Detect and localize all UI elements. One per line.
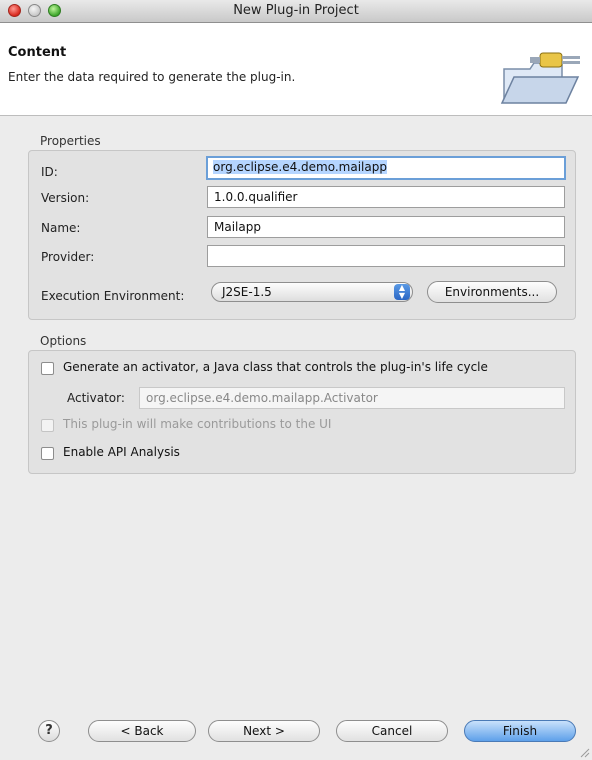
- version-field[interactable]: 1.0.0.qualifier: [207, 186, 565, 208]
- api-analysis-checkbox[interactable]: [41, 447, 54, 460]
- help-button[interactable]: ?: [38, 720, 60, 742]
- updown-arrows-icon: ▲ ▼: [394, 284, 410, 300]
- execution-environment-label: Execution Environment:: [41, 289, 185, 303]
- ui-contributions-checkbox[interactable]: [41, 419, 54, 432]
- resize-grip-icon[interactable]: [578, 746, 590, 758]
- wizard-header: Content Enter the data required to gener…: [0, 23, 592, 116]
- back-button[interactable]: < Back: [88, 720, 196, 742]
- name-field[interactable]: Mailapp: [207, 216, 565, 238]
- execution-environment-value: J2SE-1.5: [222, 285, 272, 299]
- provider-field[interactable]: [207, 245, 565, 267]
- folder-plug-icon: [500, 52, 580, 104]
- title-bar[interactable]: New Plug-in Project: [0, 0, 592, 23]
- name-label: Name:: [41, 221, 81, 235]
- page-title: Content: [8, 45, 67, 60]
- activator-field[interactable]: org.eclipse.e4.demo.mailapp.Activator: [139, 387, 565, 409]
- options-group: Generate an activator, a Java class that…: [28, 350, 576, 474]
- id-field-value: org.eclipse.e4.demo.mailapp: [213, 160, 387, 174]
- execution-environment-select[interactable]: J2SE-1.5 ▲ ▼: [211, 282, 413, 302]
- cancel-button[interactable]: Cancel: [336, 720, 448, 742]
- properties-group-label: Properties: [40, 134, 101, 148]
- next-button[interactable]: Next >: [208, 720, 320, 742]
- version-label: Version:: [41, 191, 90, 205]
- id-field[interactable]: org.eclipse.e4.demo.mailapp: [206, 156, 566, 180]
- page-description: Enter the data required to generate the …: [8, 70, 296, 84]
- api-analysis-label[interactable]: Enable API Analysis: [63, 445, 180, 459]
- finish-button[interactable]: Finish: [464, 720, 576, 742]
- generate-activator-label[interactable]: Generate an activator, a Java class that…: [63, 360, 488, 374]
- new-plugin-project-dialog: New Plug-in Project Content Enter the da…: [0, 0, 592, 760]
- activator-label: Activator:: [67, 391, 125, 405]
- provider-label: Provider:: [41, 250, 95, 264]
- id-label: ID:: [41, 165, 58, 179]
- options-group-label: Options: [40, 334, 87, 348]
- ui-contributions-label: This plug-in will make contributions to …: [63, 417, 332, 431]
- window-title: New Plug-in Project: [233, 3, 359, 18]
- properties-group: ID: org.eclipse.e4.demo.mailapp Version:…: [28, 150, 576, 320]
- generate-activator-checkbox[interactable]: [41, 362, 54, 375]
- environments-button[interactable]: Environments...: [427, 281, 557, 303]
